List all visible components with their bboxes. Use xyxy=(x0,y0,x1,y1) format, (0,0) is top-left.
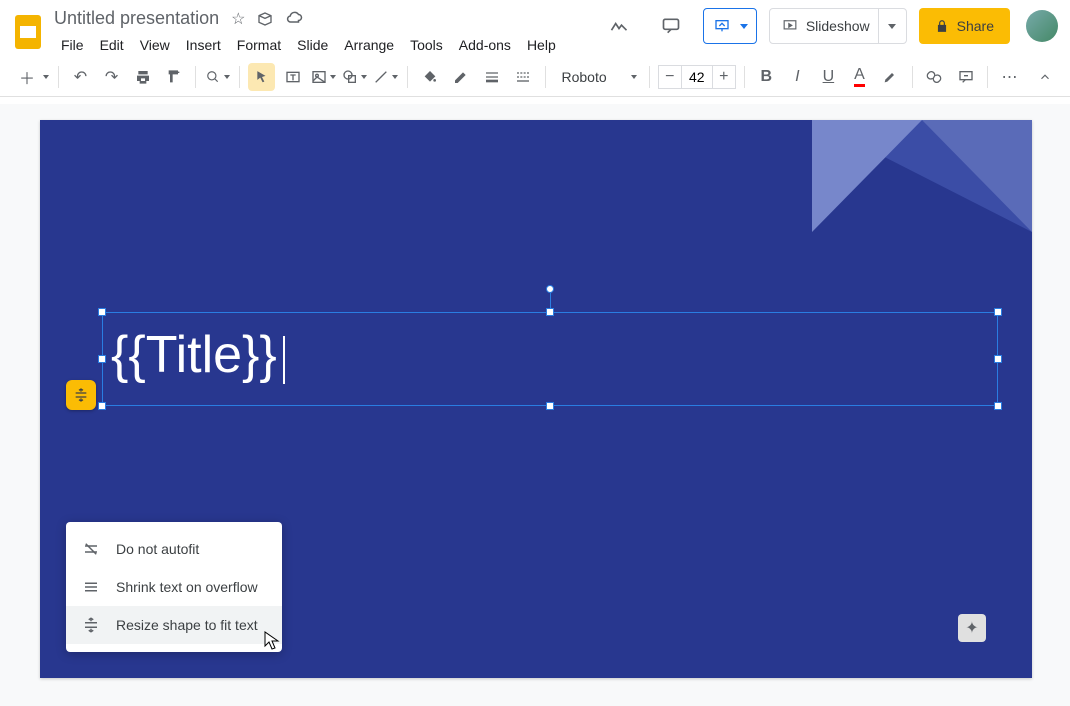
account-avatar[interactable] xyxy=(1026,10,1058,42)
resize-handle[interactable] xyxy=(98,308,106,316)
underline-button[interactable]: U xyxy=(815,63,842,91)
font-size-input[interactable] xyxy=(682,65,712,89)
select-tool[interactable] xyxy=(248,63,275,91)
redo-button[interactable]: ↷ xyxy=(98,63,125,91)
more-tools-button[interactable]: ⋯ xyxy=(996,63,1023,91)
rotate-handle[interactable] xyxy=(546,285,554,293)
doc-title[interactable]: Untitled presentation xyxy=(54,8,219,29)
autofit-indicator-button[interactable] xyxy=(66,380,96,410)
menu-help[interactable]: Help xyxy=(520,33,563,57)
explore-button[interactable]: ✦ xyxy=(958,614,986,642)
app-logo[interactable] xyxy=(8,8,48,56)
resize-handle[interactable] xyxy=(98,355,106,363)
border-color-button[interactable] xyxy=(447,63,474,91)
share-button[interactable]: Share xyxy=(919,8,1010,44)
menu-bar: File Edit View Insert Format Slide Arran… xyxy=(54,33,599,57)
menu-view[interactable]: View xyxy=(133,33,177,57)
resize-handle[interactable] xyxy=(994,308,1002,316)
comments-icon[interactable] xyxy=(651,6,691,46)
menu-addons[interactable]: Add-ons xyxy=(452,33,518,57)
resize-handle[interactable] xyxy=(994,402,1002,410)
no-autofit-icon xyxy=(82,540,100,558)
menu-tools[interactable]: Tools xyxy=(403,33,450,57)
toolbar: ＋ ↶ ↷ Roboto xyxy=(0,57,1070,97)
slideshow-button[interactable]: Slideshow xyxy=(769,8,907,44)
autofit-option-resize[interactable]: Resize shape to fit text xyxy=(66,606,282,644)
fill-color-button[interactable] xyxy=(416,63,443,91)
image-tool[interactable] xyxy=(310,63,337,91)
menu-edit[interactable]: Edit xyxy=(93,33,131,57)
workspace[interactable]: {{Title}} ✦ Do not autofit Shrink text o… xyxy=(0,104,1070,706)
menu-format[interactable]: Format xyxy=(230,33,288,57)
collapse-toolbar-button[interactable] xyxy=(1031,63,1058,91)
resize-handle[interactable] xyxy=(546,402,554,410)
textbox-tool[interactable] xyxy=(279,63,306,91)
decor-triangle xyxy=(922,120,1032,232)
decor-triangle xyxy=(812,120,922,232)
border-weight-button[interactable] xyxy=(478,63,505,91)
menu-arrange[interactable]: Arrange xyxy=(337,33,401,57)
cloud-status-icon[interactable] xyxy=(285,10,303,28)
line-tool[interactable] xyxy=(372,63,399,91)
border-dash-button[interactable] xyxy=(509,63,536,91)
italic-button[interactable]: I xyxy=(784,63,811,91)
autofit-option-label: Shrink text on overflow xyxy=(116,579,258,595)
resize-handle[interactable] xyxy=(994,355,1002,363)
slideshow-label: Slideshow xyxy=(806,18,870,34)
highlight-button[interactable] xyxy=(877,63,904,91)
autofit-option-none[interactable]: Do not autofit xyxy=(66,530,282,568)
font-family-label: Roboto xyxy=(562,69,607,85)
autofit-popup: Do not autofit Shrink text on overflow R… xyxy=(66,522,282,652)
zoom-button[interactable] xyxy=(204,63,231,91)
title-text[interactable]: {{Title}} xyxy=(111,326,277,384)
print-button[interactable] xyxy=(129,63,156,91)
share-label: Share xyxy=(957,18,994,34)
bold-button[interactable]: B xyxy=(753,63,780,91)
present-mode-button[interactable] xyxy=(703,8,757,44)
slideshow-more-icon[interactable] xyxy=(878,8,906,44)
paint-format-button[interactable] xyxy=(160,63,187,91)
resize-handle[interactable] xyxy=(98,402,106,410)
menu-slide[interactable]: Slide xyxy=(290,33,335,57)
font-size-decrease[interactable]: − xyxy=(658,65,682,89)
new-slide-button[interactable]: ＋ xyxy=(12,62,50,92)
menu-file[interactable]: File xyxy=(54,33,91,57)
autofit-option-shrink[interactable]: Shrink text on overflow xyxy=(66,568,282,606)
move-icon[interactable] xyxy=(257,11,273,27)
shrink-text-icon xyxy=(82,578,100,596)
shape-tool[interactable] xyxy=(341,63,368,91)
undo-button[interactable]: ↶ xyxy=(67,63,94,91)
font-family-select[interactable]: Roboto xyxy=(554,64,641,90)
menu-insert[interactable]: Insert xyxy=(179,33,228,57)
resize-shape-icon xyxy=(82,616,100,634)
star-icon[interactable]: ☆ xyxy=(231,9,245,29)
text-color-button[interactable]: A xyxy=(846,63,873,91)
title-textbox[interactable]: {{Title}} xyxy=(102,312,998,406)
font-size-increase[interactable]: + xyxy=(712,65,736,89)
resize-handle[interactable] xyxy=(546,308,554,316)
autofit-option-label: Resize shape to fit text xyxy=(116,617,258,633)
activity-icon[interactable] xyxy=(599,6,639,46)
autofit-option-label: Do not autofit xyxy=(116,541,199,557)
insert-comment-button[interactable] xyxy=(952,63,979,91)
text-cursor xyxy=(283,336,285,384)
insert-link-button[interactable] xyxy=(921,63,948,91)
